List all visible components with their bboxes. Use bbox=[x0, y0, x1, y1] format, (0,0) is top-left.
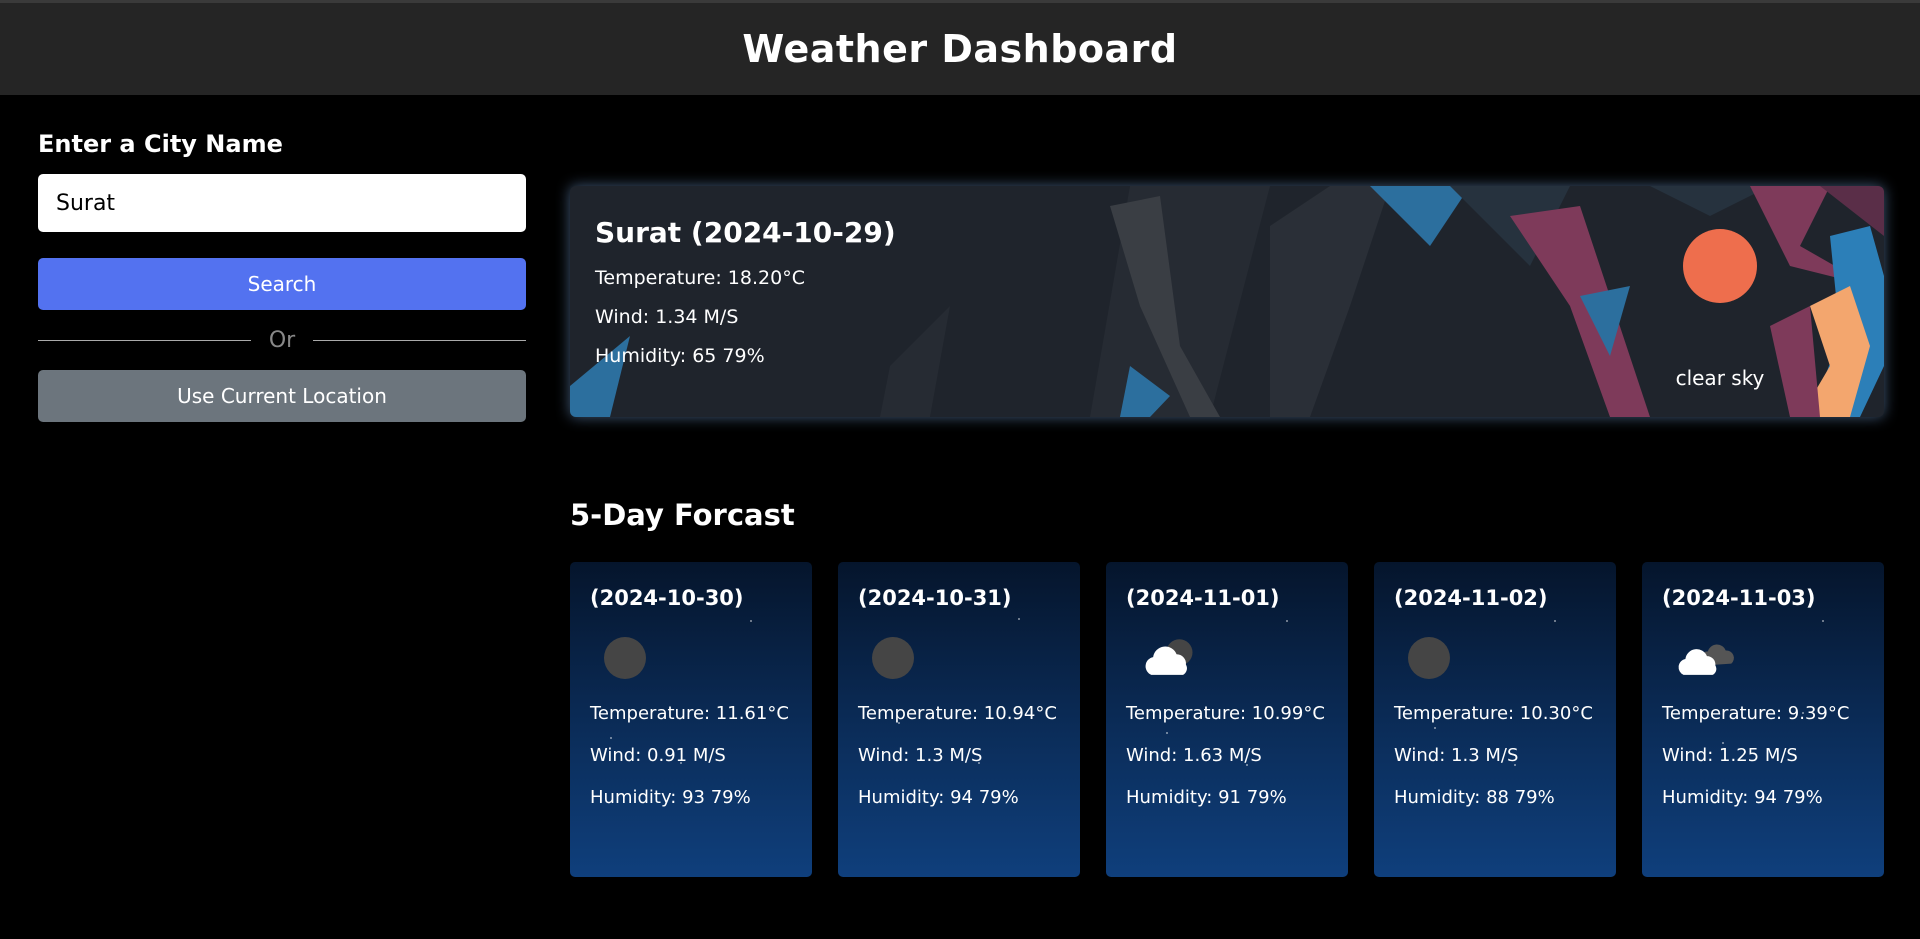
forecast-card: (2024-11-03) Temperature: 9.39°C Wind: 1… bbox=[1642, 562, 1884, 877]
forecast-date: (2024-11-02) bbox=[1394, 586, 1548, 610]
forecast-wind: Wind: 0.91 M/S bbox=[590, 745, 726, 766]
or-divider: Or bbox=[38, 310, 526, 370]
current-wind: Wind: 1.34 M/S bbox=[595, 306, 739, 328]
forecast-temperature: Temperature: 11.61°C bbox=[590, 703, 789, 724]
search-button[interactable]: Search bbox=[38, 258, 526, 310]
forecast-date: (2024-10-30) bbox=[590, 586, 744, 610]
forecast-temperature: Temperature: 10.94°C bbox=[858, 703, 1057, 724]
current-description: clear sky bbox=[1675, 366, 1765, 390]
forecast-humidity: Humidity: 91 79% bbox=[1126, 787, 1287, 808]
forecast-humidity: Humidity: 94 79% bbox=[858, 787, 1019, 808]
forecast-temperature: Temperature: 9.39°C bbox=[1662, 703, 1850, 724]
forecast-humidity: Humidity: 88 79% bbox=[1394, 787, 1555, 808]
divider-line-right bbox=[313, 339, 526, 341]
moon-icon bbox=[604, 628, 664, 688]
forecast-card: (2024-11-01) Temperature: 10.99°C Wind: … bbox=[1106, 562, 1348, 877]
forecast-date: (2024-10-31) bbox=[858, 586, 1012, 610]
city-search-input[interactable] bbox=[38, 174, 526, 232]
forecast-temperature: Temperature: 10.30°C bbox=[1394, 703, 1593, 724]
search-panel: Enter a City Name Search Or Use Current … bbox=[38, 130, 526, 422]
forecast-card: (2024-10-30) Temperature: 11.61°C Wind: … bbox=[570, 562, 812, 877]
forecast-wind: Wind: 1.3 M/S bbox=[858, 745, 983, 766]
page-title: Weather Dashboard bbox=[742, 27, 1178, 71]
current-city-date: Surat (2024-10-29) bbox=[595, 216, 896, 249]
forecast-card: (2024-10-31) Temperature: 10.94°C Wind: … bbox=[838, 562, 1080, 877]
cloud-moon-icon bbox=[1140, 628, 1200, 688]
use-current-location-button[interactable]: Use Current Location bbox=[38, 370, 526, 422]
forecast-humidity: Humidity: 93 79% bbox=[590, 787, 751, 808]
current-humidity: Humidity: 65 79% bbox=[595, 345, 765, 367]
current-weather-card: Surat (2024-10-29) Temperature: 18.20°C … bbox=[570, 186, 1884, 417]
current-temperature: Temperature: 18.20°C bbox=[595, 267, 805, 289]
or-text: Or bbox=[268, 327, 296, 353]
current-weather-details: Surat (2024-10-29) Temperature: 18.20°C … bbox=[595, 216, 896, 384]
forecast-wind: Wind: 1.25 M/S bbox=[1662, 745, 1798, 766]
forecast-wind: Wind: 1.3 M/S bbox=[1394, 745, 1519, 766]
forecast-card: (2024-11-02) Temperature: 10.30°C Wind: … bbox=[1374, 562, 1616, 877]
moon-icon bbox=[872, 628, 932, 688]
sun-icon bbox=[1680, 226, 1760, 306]
forecast-wind: Wind: 1.63 M/S bbox=[1126, 745, 1262, 766]
forecast-date: (2024-11-03) bbox=[1662, 586, 1816, 610]
cloud-icon bbox=[1676, 628, 1736, 688]
forecast-date: (2024-11-01) bbox=[1126, 586, 1280, 610]
forecast-humidity: Humidity: 94 79% bbox=[1662, 787, 1823, 808]
forecast-cards: (2024-10-30) Temperature: 11.61°C Wind: … bbox=[570, 562, 1884, 877]
divider-line-left bbox=[38, 339, 251, 341]
app-header: Weather Dashboard bbox=[0, 0, 1920, 95]
moon-icon bbox=[1408, 628, 1468, 688]
forecast-temperature: Temperature: 10.99°C bbox=[1126, 703, 1325, 724]
forecast-title: 5-Day Forcast bbox=[570, 498, 795, 532]
city-label: Enter a City Name bbox=[38, 130, 283, 158]
